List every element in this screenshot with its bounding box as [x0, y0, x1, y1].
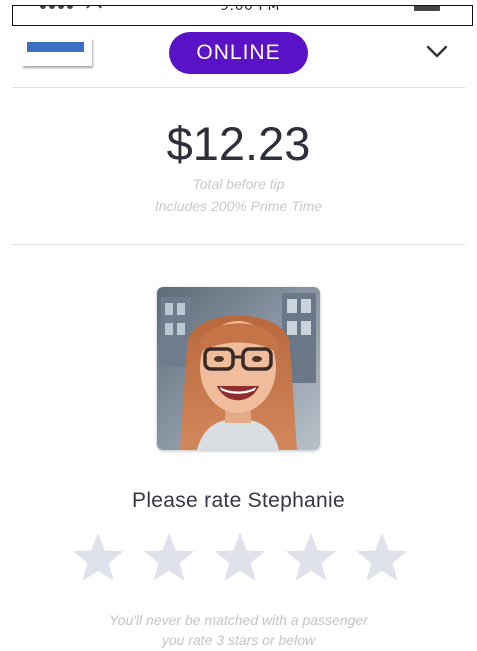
header: ONLINE	[0, 28, 477, 83]
battery-icon	[414, 6, 440, 11]
star-1-icon[interactable]	[70, 530, 126, 586]
menu-icon	[27, 42, 84, 52]
star-5-icon[interactable]	[354, 530, 410, 586]
divider	[12, 244, 465, 245]
rating-note-line1: You'll never be matched with a passenger	[109, 612, 368, 628]
fare-subtitle: Total before tip	[192, 176, 285, 192]
chevron-down-icon[interactable]	[425, 42, 449, 60]
online-status-toggle[interactable]: ONLINE	[169, 32, 308, 74]
divider	[12, 87, 465, 88]
fare-amount: $12.23	[166, 117, 311, 170]
passenger-photo	[157, 287, 320, 450]
avatar-image	[157, 287, 320, 450]
star-2-icon[interactable]	[141, 530, 197, 586]
signal-icon	[40, 6, 102, 9]
status-bar: 9:00 PM	[12, 5, 473, 26]
menu-button[interactable]	[22, 38, 92, 66]
rating-note-line2: you rate 3 stars or below	[161, 632, 316, 648]
rate-prompt: Please rate Stephanie	[132, 489, 345, 512]
star-3-icon[interactable]	[212, 530, 268, 586]
status-time: 9:00 PM	[220, 5, 280, 14]
star-rating	[70, 530, 410, 590]
prime-time-note: Includes 200% Prime Time	[154, 198, 323, 214]
star-4-icon[interactable]	[283, 530, 339, 586]
